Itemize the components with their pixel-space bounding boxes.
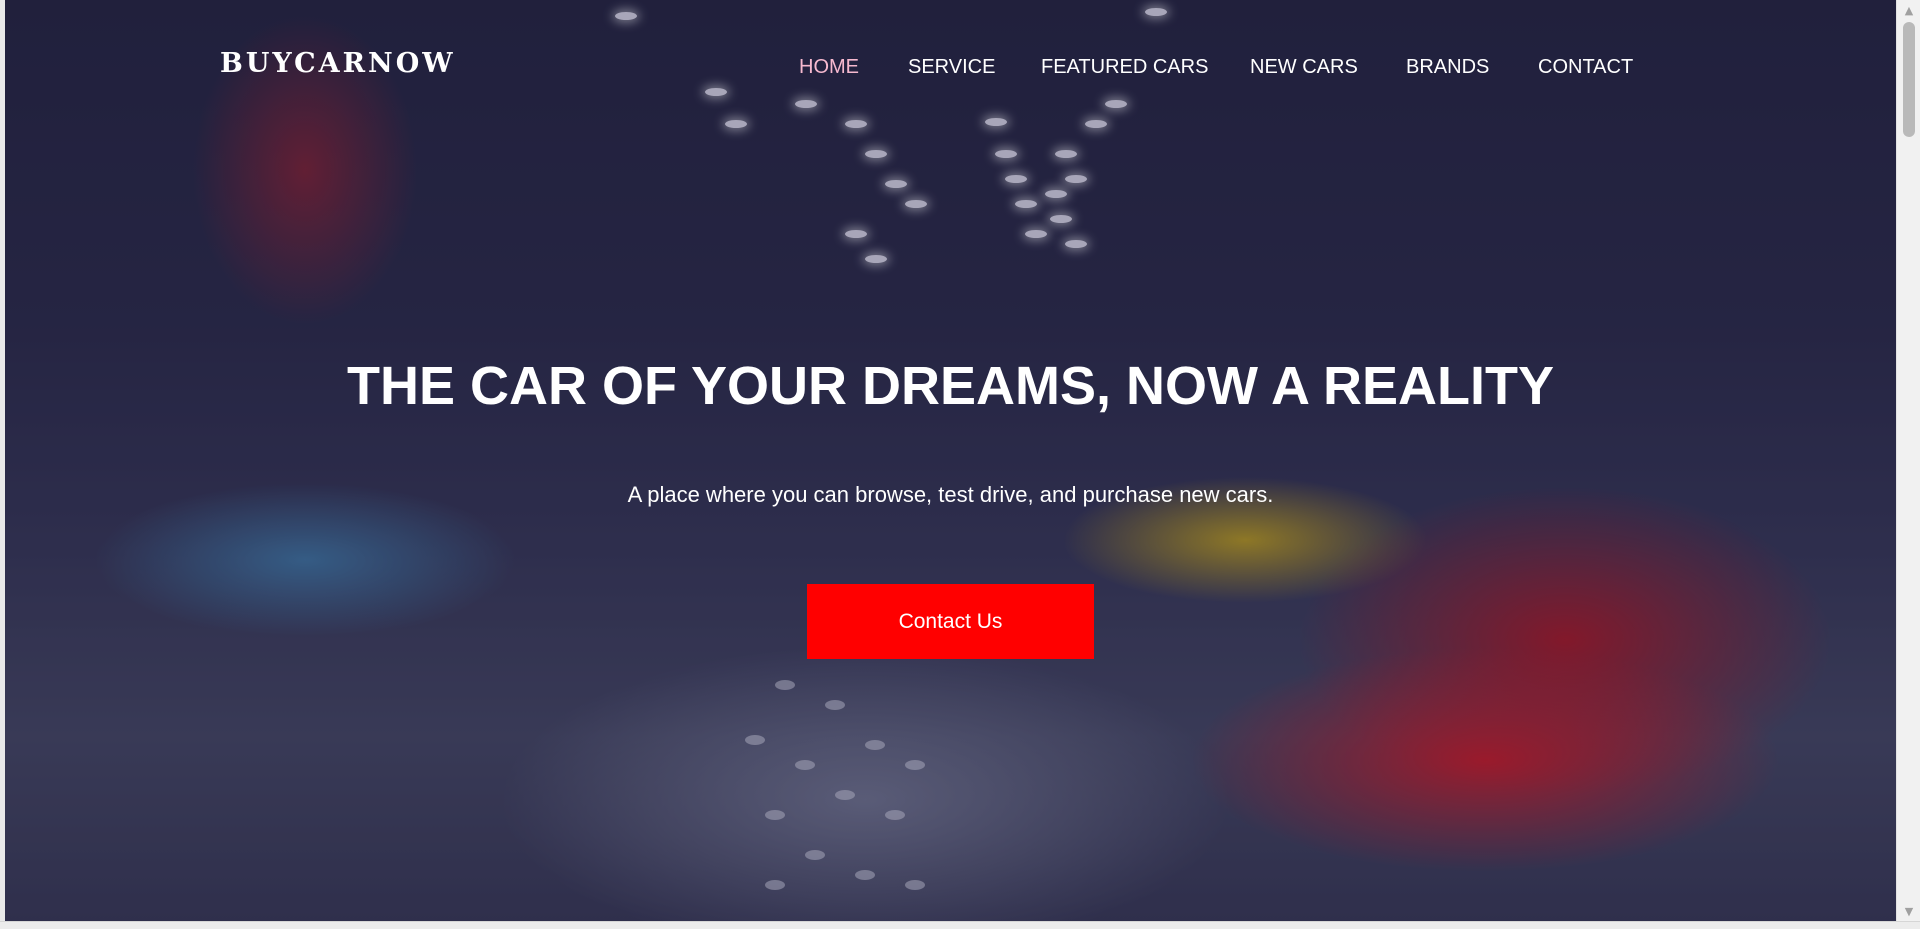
nav-item-home[interactable]: HOME (799, 56, 859, 79)
contact-us-button[interactable]: Contact Us (807, 584, 1094, 659)
hero-title: THE CAR OF YOUR DREAMS, NOW A REALITY (346, 356, 1554, 416)
scroll-down-arrow-icon[interactable]: ▼ (1897, 901, 1920, 921)
hero-subtitle: A place where you can browse, test drive… (627, 482, 1274, 507)
vertical-scrollbar[interactable]: ▲ ▼ (1896, 0, 1920, 921)
nav-item-service[interactable]: SERVICE (908, 56, 995, 79)
scrollbar-thumb[interactable] (1903, 22, 1915, 137)
nav-item-new-cars[interactable]: NEW CARS (1250, 56, 1358, 79)
site-logo[interactable]: BUYCARNOW (220, 48, 456, 79)
nav-item-contact[interactable]: CONTACT (1538, 56, 1633, 79)
top-navigation: BUYCARNOW HOME SERVICE FEATURED CARS NEW… (5, 0, 1896, 130)
nav-item-brands[interactable]: BRANDS (1406, 56, 1489, 79)
hero-section: BUYCARNOW HOME SERVICE FEATURED CARS NEW… (5, 0, 1896, 921)
scroll-up-arrow-icon[interactable]: ▲ (1897, 0, 1920, 20)
nav-item-featured-cars[interactable]: FEATURED CARS (1041, 56, 1208, 79)
window-bottom-edge (0, 921, 1920, 929)
dark-overlay (5, 0, 1896, 921)
